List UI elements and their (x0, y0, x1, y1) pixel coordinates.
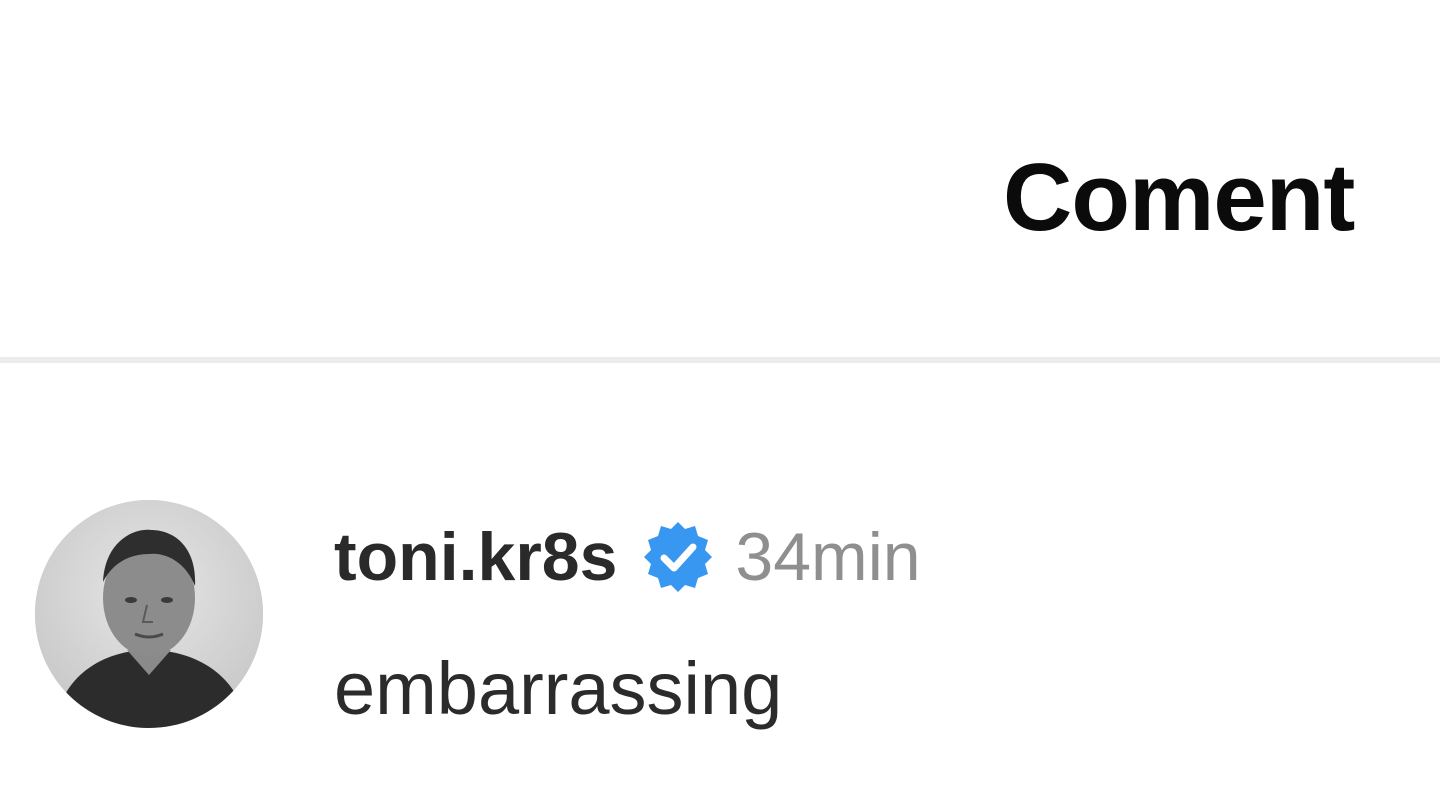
comment-timestamp: 34min (735, 519, 921, 595)
avatar[interactable] (35, 500, 263, 728)
comment-text: embarrassing (334, 647, 783, 730)
comment-header: toni.kr8s 34min (334, 512, 921, 602)
verified-badge-icon (639, 518, 717, 596)
username-link[interactable]: toni.kr8s (334, 523, 617, 591)
avatar-portrait-icon (35, 500, 263, 728)
comment-item: toni.kr8s 34min embarrassing (0, 460, 1440, 760)
page-title: Coment (1003, 144, 1355, 251)
header-divider (0, 357, 1440, 363)
comments-screen: Coment toni.kr8s 34min embarrassing (0, 0, 1440, 809)
comments-header: Coment (0, 0, 1440, 360)
